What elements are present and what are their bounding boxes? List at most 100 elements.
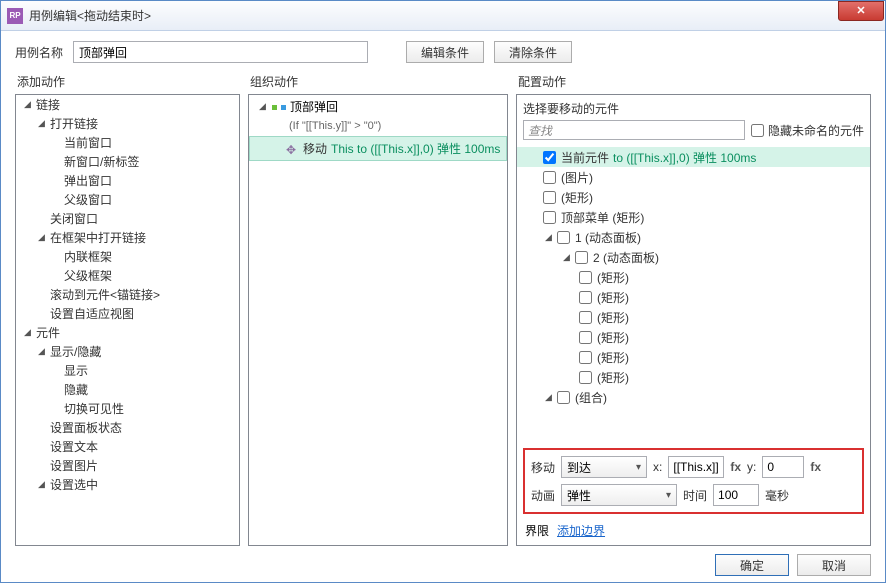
actions-tree-panel[interactable]: 链接打开链接当前窗口新窗口/新标签弹出窗口父级窗口关闭窗口在框架中打开链接内联框… [15,94,240,546]
x-fx-button[interactable]: fx [730,460,741,474]
widget-tree-item[interactable]: 1 (动态面板) [517,227,870,247]
clear-condition-button[interactable]: 清除条件 [494,41,572,63]
widget-checkbox[interactable] [543,191,556,204]
time-input[interactable] [713,484,759,506]
case-node-label: 顶部弹回 [290,98,338,115]
action-tree-label: 新窗口/新标签 [64,153,139,170]
hide-unnamed-checkbox[interactable] [751,124,764,137]
add-boundary-link[interactable]: 添加边界 [557,522,605,539]
widget-tree-item[interactable]: 当前元件to ([[This.x]],0) 弹性 100ms [517,147,870,167]
search-input[interactable] [523,120,745,140]
action-tree-item[interactable]: 打开链接 [16,114,239,133]
widget-tree-item[interactable]: 顶部菜单 (矩形) [517,207,870,227]
widget-checkbox[interactable] [579,331,592,344]
widget-label: 顶部菜单 (矩形) [561,209,644,226]
action-tree-item[interactable]: 设置文本 [16,437,239,456]
action-tree-label: 隐藏 [64,381,88,398]
widget-checkbox[interactable] [557,231,570,244]
x-input[interactable] [668,456,724,478]
action-tree-label: 设置文本 [50,438,98,455]
widget-tree-item[interactable]: (组合) [517,387,870,407]
widget-checkbox[interactable] [557,391,570,404]
expand-icon[interactable] [543,232,554,243]
y-fx-button[interactable]: fx [810,460,821,474]
widget-tree-item[interactable]: (矩形) [517,327,870,347]
action-tree-item[interactable]: 弹出窗口 [16,171,239,190]
widget-checkbox[interactable] [579,311,592,324]
action-tree-item[interactable]: 新窗口/新标签 [16,152,239,171]
action-tree-item[interactable]: 在框架中打开链接 [16,228,239,247]
widget-label: (矩形) [597,289,629,306]
action-tree-label: 设置面板状态 [50,419,122,436]
action-tree-item[interactable]: 关闭窗口 [16,209,239,228]
widget-tree-item[interactable]: (矩形) [517,347,870,367]
expand-icon[interactable] [22,99,33,110]
widget-tree-item[interactable]: (矩形) [517,187,870,207]
widget-tree-item[interactable]: (矩形) [517,267,870,287]
time-unit-label: 毫秒 [765,487,789,504]
expand-icon[interactable] [561,252,572,263]
expand-icon[interactable] [36,346,47,357]
action-tree-item[interactable]: 滚动到元件<锚链接> [16,285,239,304]
cancel-button[interactable]: 取消 [797,554,871,576]
move-mode-select[interactable]: 到达 [561,456,647,478]
action-tree-label: 弹出窗口 [64,172,112,189]
widget-label: (组合) [575,389,607,406]
widget-param: to ([[This.x]],0) 弹性 100ms [613,149,756,166]
widget-checkbox[interactable] [579,271,592,284]
animation-select[interactable]: 弹性 [561,484,677,506]
action-tree-item[interactable]: 设置自适应视图 [16,304,239,323]
action-tree-item[interactable]: 设置选中 [16,475,239,494]
widget-tree-item[interactable]: (矩形) [517,287,870,307]
case-name-input[interactable] [73,41,368,63]
widget-checkbox[interactable] [579,291,592,304]
action-node-param: This to ([[This.x]],0) 弹性 100ms [331,140,500,157]
titlebar: RP 用例编辑<拖动结束时> ✕ [1,1,885,31]
action-tree-item[interactable]: 切换可见性 [16,399,239,418]
action-tree-item[interactable]: 显示/隐藏 [16,342,239,361]
widget-checkbox[interactable] [543,211,556,224]
widget-label: 当前元件 [561,149,609,166]
widget-checkbox[interactable] [579,351,592,364]
action-tree-item[interactable]: 内联框架 [16,247,239,266]
ok-button[interactable]: 确定 [715,554,789,576]
action-tree-item[interactable]: 父级窗口 [16,190,239,209]
expand-icon[interactable] [36,232,47,243]
action-tree-label: 打开链接 [50,115,98,132]
action-tree-item[interactable]: 隐藏 [16,380,239,399]
close-button[interactable]: ✕ [838,1,884,21]
action-tree-item[interactable]: 链接 [16,95,239,114]
time-label: 时间 [683,487,707,504]
widget-checkbox[interactable] [579,371,592,384]
configure-action-header: 配置动作 [516,69,871,94]
expand-icon[interactable] [22,327,33,338]
organize-action-header: 组织动作 [248,69,508,94]
widget-checkbox[interactable] [543,151,556,164]
case-node[interactable]: 顶部弹回 [249,95,507,118]
expand-icon[interactable] [257,101,268,112]
case-name-row: 用例名称 编辑条件 清除条件 [1,31,885,69]
edit-condition-button[interactable]: 编辑条件 [406,41,484,63]
widget-tree[interactable]: 当前元件to ([[This.x]],0) 弹性 100ms(图片)(矩形)顶部… [517,145,870,444]
expand-icon[interactable] [36,118,47,129]
action-tree-item[interactable]: 设置图片 [16,456,239,475]
action-tree-item[interactable]: 当前窗口 [16,133,239,152]
widget-checkbox[interactable] [575,251,588,264]
widget-tree-item[interactable]: (矩形) [517,367,870,387]
expand-icon[interactable] [543,392,554,403]
hide-unnamed-label: 隐藏未命名的元件 [768,122,864,139]
widget-label: 1 (动态面板) [575,229,641,246]
widget-tree-item[interactable]: (图片) [517,167,870,187]
widget-tree-item[interactable]: (矩形) [517,307,870,327]
expand-icon[interactable] [36,479,47,490]
action-tree-label: 设置自适应视图 [50,305,134,322]
action-tree-item[interactable]: 元件 [16,323,239,342]
widget-checkbox[interactable] [543,171,556,184]
action-tree-item[interactable]: 设置面板状态 [16,418,239,437]
action-tree-item[interactable]: 父级框架 [16,266,239,285]
add-action-header: 添加动作 [15,69,240,94]
y-input[interactable] [762,456,804,478]
widget-tree-item[interactable]: 2 (动态面板) [517,247,870,267]
action-node[interactable]: ✥ 移动 This to ([[This.x]],0) 弹性 100ms [249,136,507,161]
action-tree-item[interactable]: 显示 [16,361,239,380]
